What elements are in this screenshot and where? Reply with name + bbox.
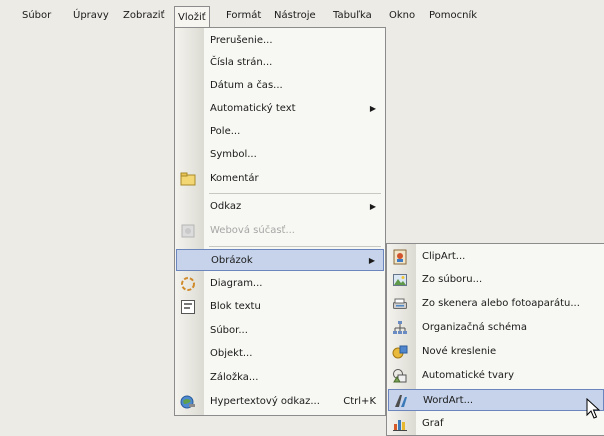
submenu-arrow-icon: ▶ bbox=[369, 202, 376, 211]
menu-item-label: Prerušenie... bbox=[210, 35, 273, 46]
menu-pomocnik[interactable]: Pomocník bbox=[426, 8, 480, 24]
menu-bar: Súbor Úpravy Zobraziť Vložiť Formát Nást… bbox=[0, 0, 604, 28]
org-chart-icon bbox=[392, 320, 408, 336]
menu-item-label: Symbol... bbox=[210, 149, 257, 160]
menu-nastroje[interactable]: Nástroje bbox=[271, 8, 319, 24]
menu-separator bbox=[209, 246, 381, 247]
submenu-arrow-icon: ▶ bbox=[368, 256, 375, 265]
menu-upravy[interactable]: Úpravy bbox=[70, 8, 112, 24]
menu-item-label: Nové kreslenie bbox=[422, 346, 497, 357]
menu-item-label: Webová súčasť... bbox=[210, 225, 295, 236]
menu-item-prerusenie[interactable]: Prerušenie... bbox=[176, 30, 384, 52]
menu-item-webova-sucast: Webová súčasť... bbox=[176, 220, 384, 242]
menu-item-label: Objekt... bbox=[210, 348, 253, 359]
scanner-icon bbox=[392, 296, 408, 312]
insert-menu: Prerušenie... Čísla strán... Dátum a čas… bbox=[174, 27, 386, 416]
menu-item-graf[interactable]: Graf bbox=[388, 413, 603, 435]
menu-item-komentar[interactable]: Komentár bbox=[176, 168, 384, 190]
diagram-icon bbox=[180, 276, 196, 292]
menu-item-label: Graf bbox=[422, 418, 444, 429]
menu-item-zo-suboru[interactable]: Zo súboru... bbox=[388, 269, 603, 291]
menu-item-label: Pole... bbox=[210, 126, 241, 137]
picture-submenu: ClipArt... Zo súboru... Zo skenera alebo… bbox=[386, 243, 604, 436]
menu-item-label: Zo skenera alebo fotoaparátu... bbox=[422, 298, 580, 309]
menu-item-label: Čísla strán... bbox=[210, 57, 273, 68]
menu-item-odkaz[interactable]: Odkaz ▶ bbox=[176, 196, 384, 218]
text-box-icon bbox=[180, 299, 196, 315]
menu-item-label: Komentár bbox=[210, 173, 259, 184]
menu-item-label: ClipArt... bbox=[422, 251, 466, 262]
menu-item-label: WordArt... bbox=[423, 395, 474, 406]
menu-item-cisla-stran[interactable]: Čísla strán... bbox=[176, 52, 384, 74]
menu-item-datum-a-cas[interactable]: Dátum a čas... bbox=[176, 75, 384, 97]
menu-item-label: Dátum a čas... bbox=[210, 80, 283, 91]
menu-item-subor[interactable]: Súbor... bbox=[176, 320, 384, 342]
menu-tabulka[interactable]: Tabuľka bbox=[330, 8, 375, 24]
menu-item-symbol[interactable]: Symbol... bbox=[176, 144, 384, 166]
menu-item-blok-textu[interactable]: Blok textu bbox=[176, 296, 384, 318]
menu-vlozit[interactable]: Vložiť bbox=[174, 6, 210, 28]
menu-item-organizacna-schema[interactable]: Organizačná schéma bbox=[388, 317, 603, 339]
web-component-icon bbox=[180, 223, 196, 239]
menu-item-label: Zo súboru... bbox=[422, 274, 483, 285]
menu-item-diagram[interactable]: Diagram... bbox=[176, 273, 384, 295]
menu-item-clipart[interactable]: ClipArt... bbox=[388, 246, 603, 268]
menu-item-label: Blok textu bbox=[210, 301, 261, 312]
menu-item-label: Záložka... bbox=[210, 372, 259, 383]
menu-item-objekt[interactable]: Objekt... bbox=[176, 343, 384, 365]
submenu-arrow-icon: ▶ bbox=[369, 104, 376, 113]
mouse-cursor-icon bbox=[586, 398, 600, 419]
menu-item-label: Odkaz bbox=[210, 201, 242, 212]
menu-item-label: Automatické tvary bbox=[422, 370, 515, 381]
drawing-icon bbox=[392, 344, 408, 360]
wordart-icon bbox=[393, 393, 409, 409]
menu-item-label: Automatický text bbox=[210, 103, 296, 114]
menu-separator bbox=[209, 193, 381, 194]
menu-item-hypertextovy-odkaz[interactable]: Hypertextový odkaz... Ctrl+K bbox=[176, 391, 384, 413]
clipart-icon bbox=[392, 249, 408, 265]
menu-item-zo-skenera[interactable]: Zo skenera alebo fotoaparátu... bbox=[388, 293, 603, 315]
menu-item-zalozka[interactable]: Záložka... bbox=[176, 367, 384, 389]
comment-icon bbox=[180, 171, 196, 187]
menu-item-label: Hypertextový odkaz... bbox=[210, 396, 320, 407]
autoshapes-icon bbox=[392, 368, 408, 384]
menu-subor[interactable]: Súbor bbox=[19, 8, 54, 24]
menu-item-automaticky-text[interactable]: Automatický text ▶ bbox=[176, 98, 384, 120]
menu-zobrazit[interactable]: Zobraziť bbox=[120, 8, 168, 24]
menu-format[interactable]: Formát bbox=[223, 8, 264, 24]
menu-okno[interactable]: Okno bbox=[386, 8, 418, 24]
menu-item-nove-kreslenie[interactable]: Nové kreslenie bbox=[388, 341, 603, 363]
shortcut-label: Ctrl+K bbox=[343, 396, 376, 407]
from-file-icon bbox=[392, 272, 408, 288]
menu-item-wordart[interactable]: WordArt... bbox=[388, 389, 604, 411]
hyperlink-icon bbox=[180, 394, 196, 410]
menu-item-label: Obrázok bbox=[211, 255, 253, 266]
menu-item-automaticke-tvary[interactable]: Automatické tvary bbox=[388, 365, 603, 387]
menu-item-obrazok[interactable]: Obrázok ▶ bbox=[176, 249, 384, 271]
menu-item-label: Súbor... bbox=[210, 325, 248, 336]
menu-item-pole[interactable]: Pole... bbox=[176, 121, 384, 143]
menu-item-label: Organizačná schéma bbox=[422, 322, 527, 333]
menu-item-label: Diagram... bbox=[210, 278, 263, 289]
chart-icon bbox=[392, 416, 408, 432]
